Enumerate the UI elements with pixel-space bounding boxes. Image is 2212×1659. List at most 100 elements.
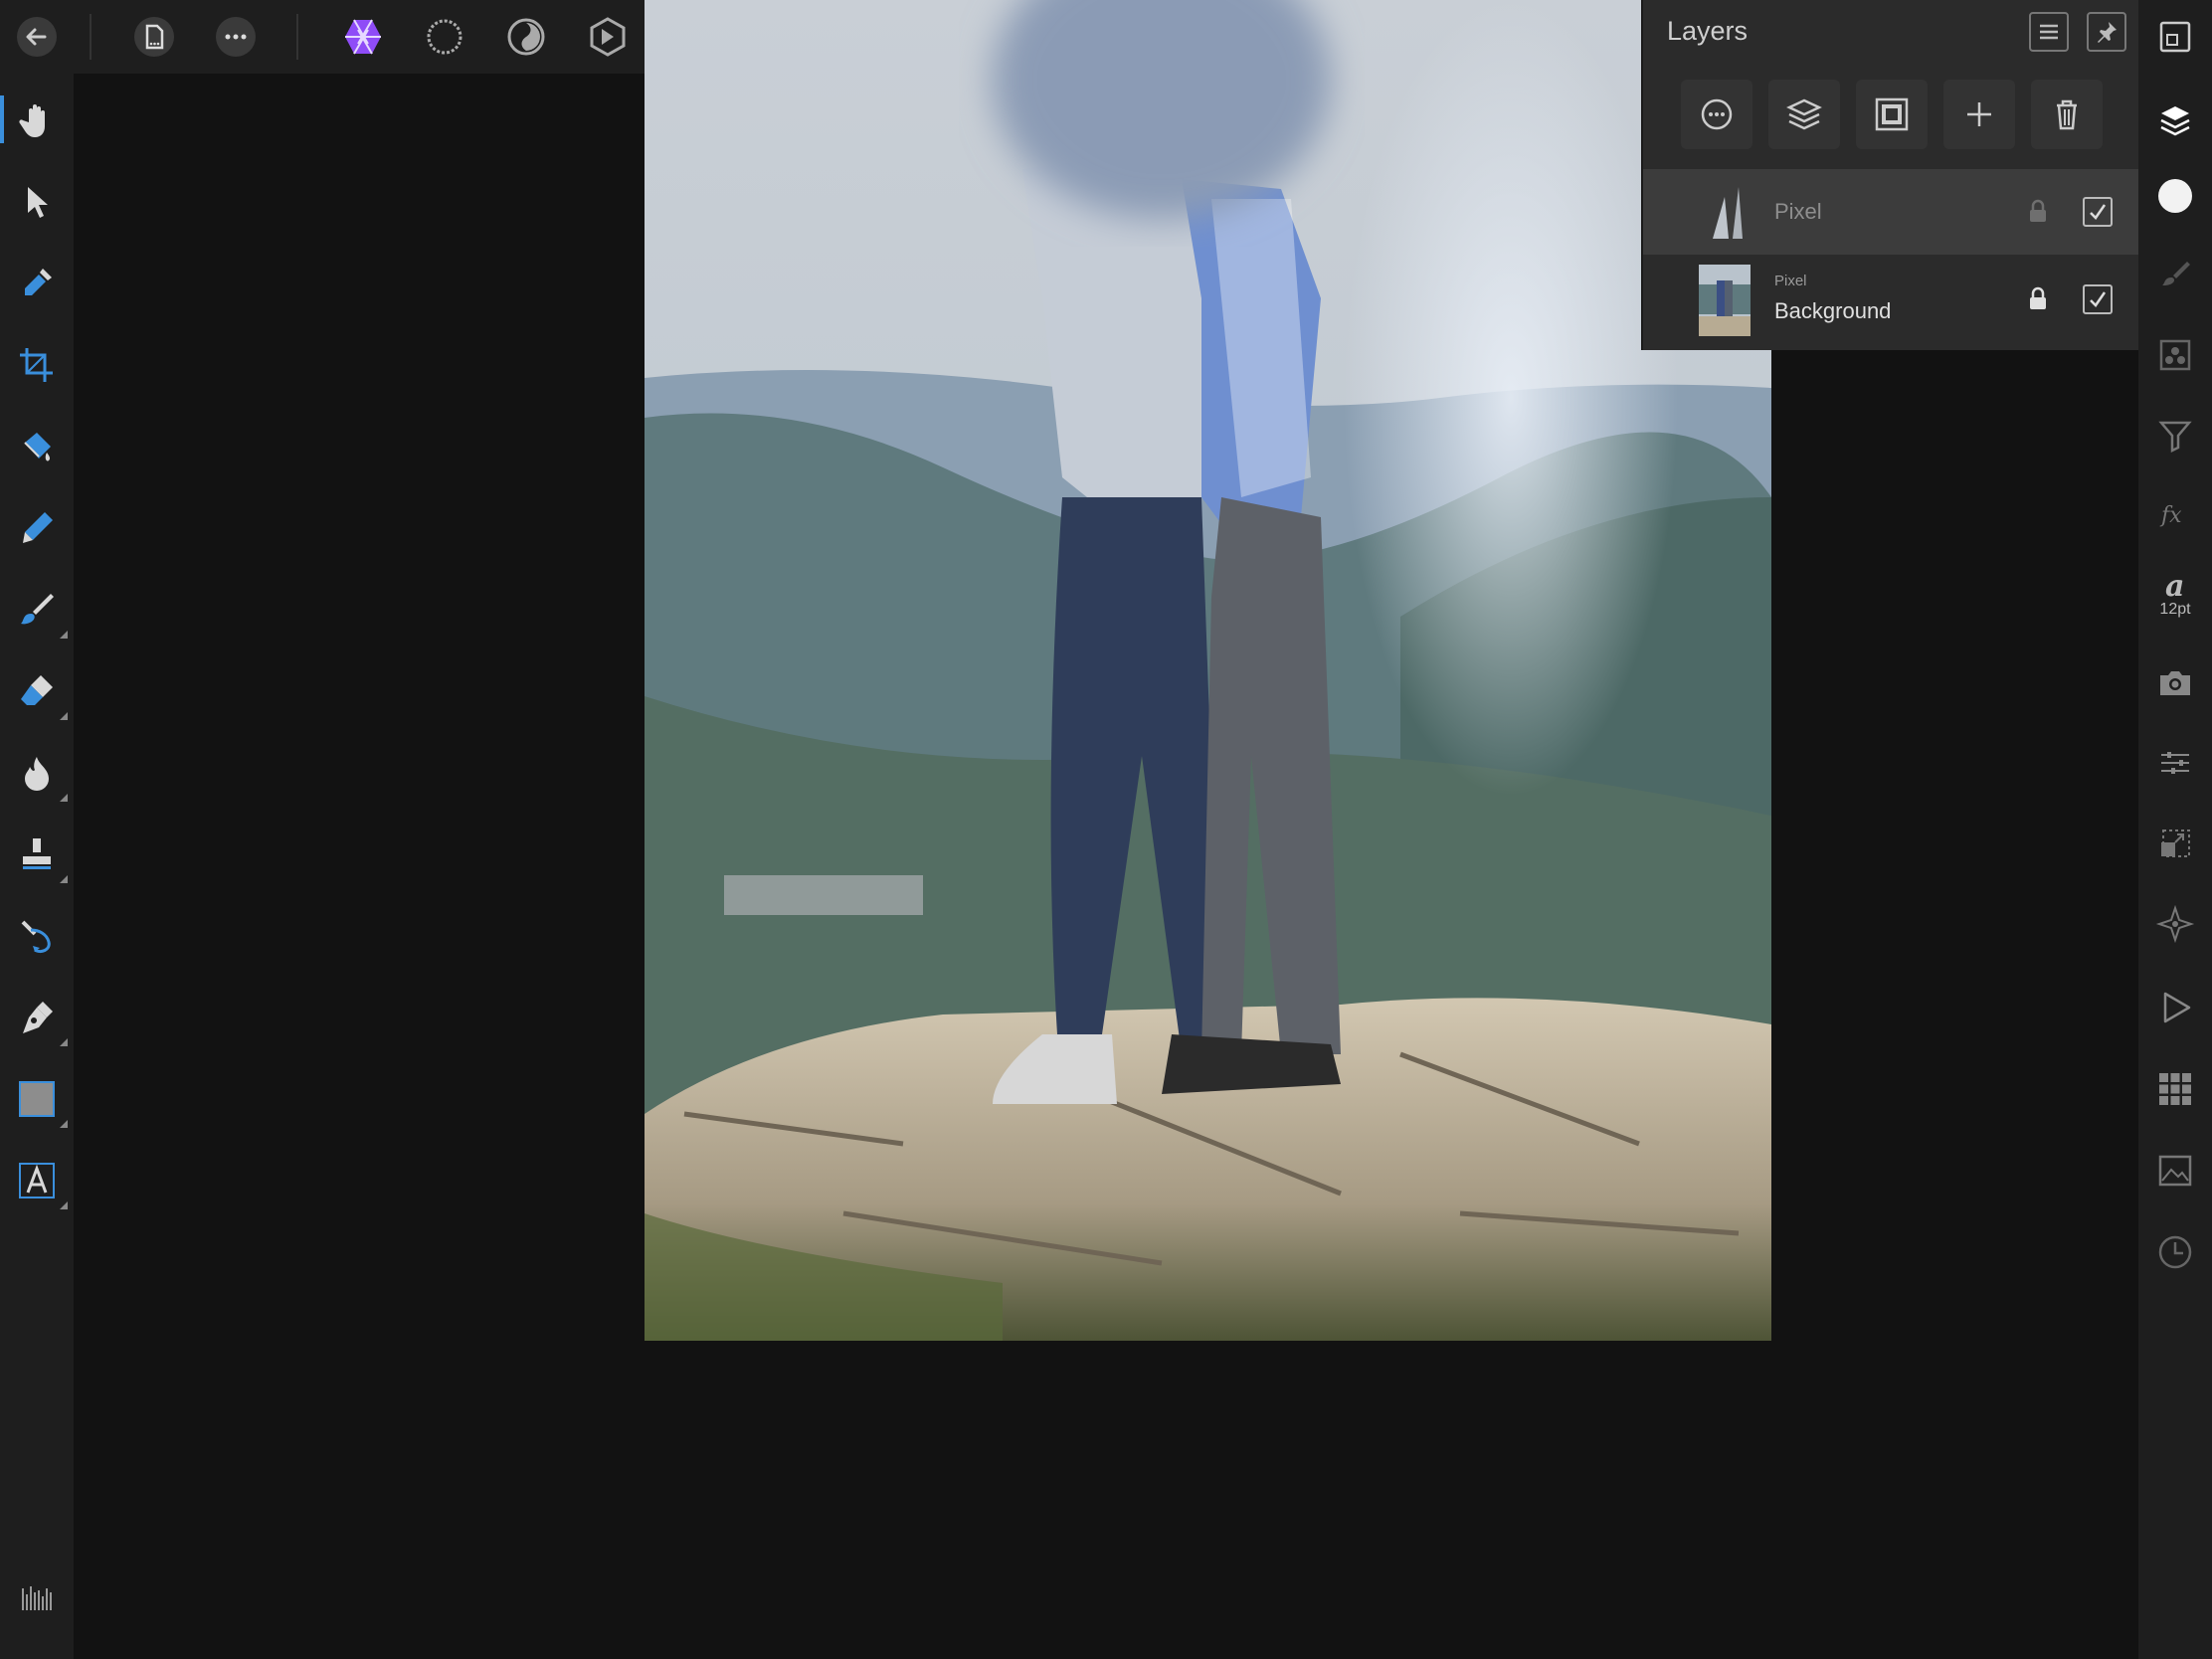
image-studio-button[interactable] (2150, 1146, 2200, 1196)
layer-row[interactable]: Pixel (1643, 169, 2140, 255)
brushes-icon (2162, 262, 2190, 285)
layer-options-button[interactable] (1681, 80, 1752, 149)
text-tool[interactable] (12, 1156, 68, 1209)
brushes-studio-button[interactable] (2150, 251, 2200, 300)
channels-studio-button[interactable] (2150, 330, 2200, 380)
svg-text:fx: fx (2159, 503, 2182, 528)
checkmark-icon (2090, 291, 2107, 307)
selection-brush-icon (23, 512, 53, 543)
brush-settings-button[interactable] (12, 1573, 62, 1623)
lock-icon[interactable] (2027, 286, 2049, 310)
stock-studio-button[interactable] (2150, 1064, 2200, 1114)
active-tool-indicator (0, 95, 4, 143)
navigator-compass-icon (2155, 904, 2195, 944)
stock-grid-icon (2159, 1073, 2191, 1105)
pin-icon (2098, 22, 2117, 43)
panel-pin-button[interactable] (2087, 12, 2126, 52)
history-studio-button[interactable] (2150, 1227, 2200, 1277)
rectangle-tool[interactable] (12, 1074, 68, 1128)
more-button[interactable] (211, 12, 261, 62)
transform-icon (2161, 752, 2189, 774)
flood-fill-tool[interactable] (12, 422, 62, 471)
placement-studio-button[interactable] (2150, 818, 2200, 867)
burn-tool[interactable] (12, 748, 68, 802)
studio-panel-bar: fx a 12pt (2138, 0, 2212, 1659)
pen-tool[interactable] (12, 993, 68, 1046)
layers-studio-button[interactable] (2150, 95, 2200, 145)
paint-brush-tool[interactable] (12, 585, 68, 639)
layer-visibility-checkbox[interactable] (2083, 284, 2113, 314)
layer-stack-button[interactable] (1768, 80, 1840, 149)
text-style-studio-button[interactable]: a 12pt (2150, 563, 2200, 618)
toolbar-separator (296, 14, 298, 60)
font-size-label: 12pt (2159, 601, 2191, 618)
healing-tool[interactable] (12, 911, 62, 961)
effects-studio-button[interactable]: fx (2150, 489, 2200, 539)
tone-mapping-persona-button[interactable] (583, 12, 633, 62)
color-icon (2158, 179, 2192, 213)
tool-flyout-indicator (60, 712, 68, 720)
clone-tool[interactable] (12, 830, 68, 883)
adjustments-icon (2158, 421, 2192, 454)
layer-thumbnail (1699, 265, 1751, 336)
more-icon (216, 17, 256, 57)
document-icon (134, 17, 174, 57)
paint-brush-icon (21, 594, 54, 625)
clone-stamp-icon (23, 838, 51, 869)
macro-studio-button[interactable] (2150, 983, 2200, 1032)
navigator-icon (2159, 21, 2191, 53)
layer-thumbnail (1713, 187, 1743, 239)
adjustments-studio-button[interactable] (2150, 410, 2200, 460)
svg-text:a: a (2165, 569, 2184, 604)
move-tool[interactable] (12, 177, 62, 227)
trash-icon (2057, 99, 2077, 130)
snapshot-icon (2160, 671, 2190, 695)
photo-persona-button[interactable] (338, 12, 388, 62)
snapshots-studio-button[interactable] (2150, 658, 2200, 708)
back-button[interactable] (12, 12, 62, 62)
color-studio-button[interactable] (2150, 171, 2200, 221)
mask-layer-button[interactable] (1856, 80, 1928, 149)
erase-brush-tool[interactable] (12, 666, 68, 720)
eyedropper-icon (25, 269, 52, 295)
placement-icon (2161, 830, 2190, 857)
delete-layer-button[interactable] (2031, 80, 2103, 149)
develop-persona-button[interactable] (501, 12, 551, 62)
tone-mapping-persona-icon (590, 17, 626, 57)
layer-visibility-checkbox[interactable] (2083, 197, 2113, 227)
view-tool[interactable] (12, 95, 62, 145)
flood-fill-icon (24, 433, 51, 461)
toolbar-separator (90, 14, 92, 60)
transform-studio-button[interactable] (2150, 738, 2200, 788)
photo-canvas (645, 0, 1771, 1341)
tool-flyout-indicator (60, 794, 68, 802)
tool-flyout-indicator (60, 875, 68, 883)
hamburger-icon (2040, 24, 2058, 40)
panel-menu-button[interactable] (2029, 12, 2069, 52)
tool-flyout-indicator (60, 1038, 68, 1046)
layer-type: Pixel (1774, 273, 1807, 289)
tool-flyout-indicator (60, 1120, 68, 1128)
rectangle-icon (19, 1081, 55, 1117)
liquify-persona-button[interactable] (420, 12, 469, 62)
document-button[interactable] (129, 12, 179, 62)
add-layer-button[interactable] (1943, 80, 2015, 149)
move-icon (28, 187, 48, 218)
lock-icon[interactable] (2027, 199, 2049, 223)
brush-settings-icon (22, 1586, 52, 1610)
channels-icon (2159, 339, 2191, 371)
history-icon (2158, 1235, 2192, 1269)
crop-tool[interactable] (12, 340, 62, 390)
color-picker-tool[interactable] (12, 259, 62, 308)
tool-flyout-indicator (60, 631, 68, 639)
navigator-studio-button[interactable] (2150, 12, 2200, 62)
photo-persona-icon (345, 19, 381, 55)
layer-row[interactable]: Pixel Background (1643, 257, 2140, 342)
pen-icon (23, 1002, 53, 1033)
macro-play-icon (2163, 992, 2191, 1023)
layers-panel: Layers Pixel Pixel Background (1641, 0, 2140, 350)
layers-icon (2160, 106, 2190, 136)
navigator-compass-button[interactable] (2150, 899, 2200, 949)
canvas-image[interactable] (645, 0, 1771, 1341)
selection-brush-tool[interactable] (12, 503, 62, 553)
